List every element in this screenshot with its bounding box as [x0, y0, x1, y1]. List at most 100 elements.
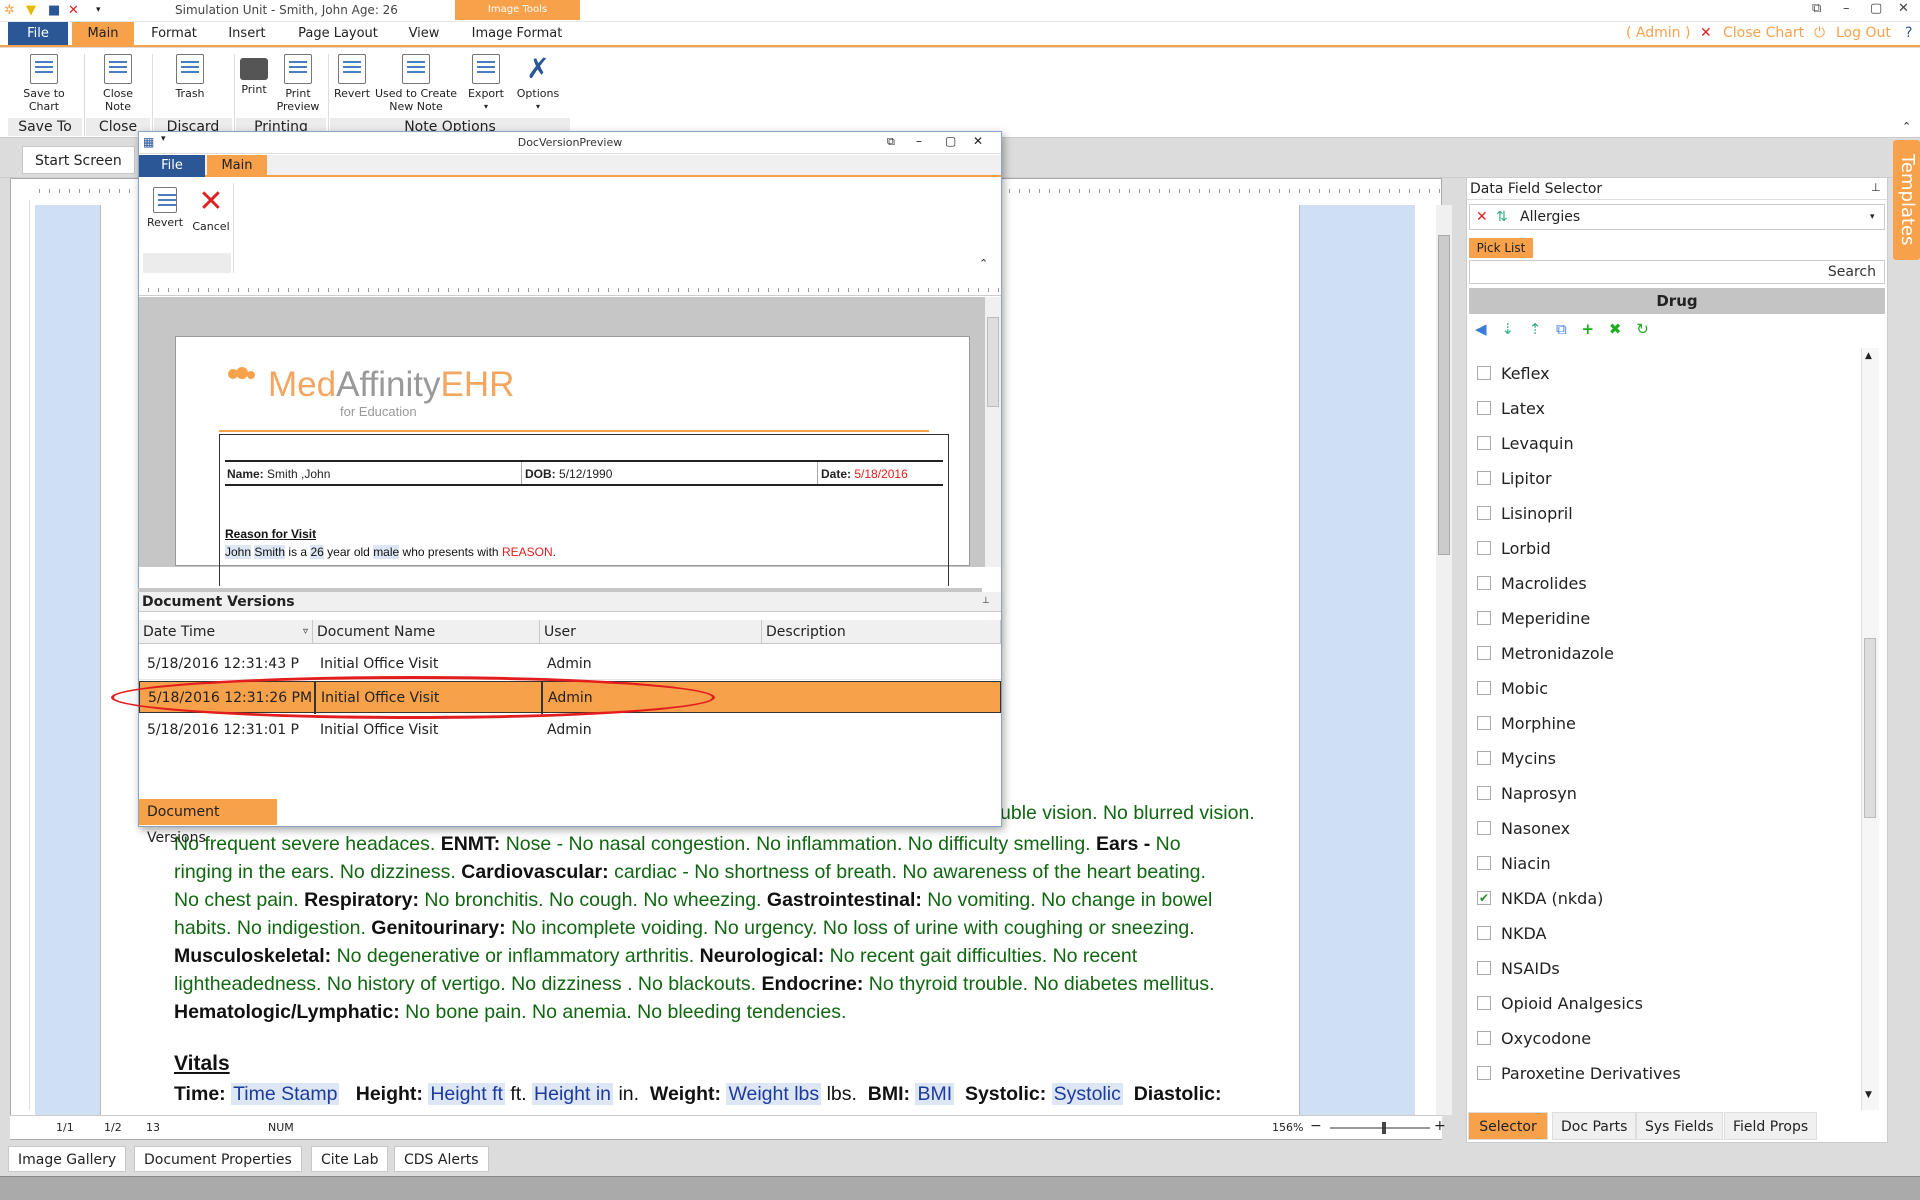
tab-selector[interactable]: Selector	[1468, 1112, 1548, 1140]
search-input[interactable]: Search	[1469, 260, 1885, 284]
drug-list-item[interactable]: Metronidazole	[1477, 636, 1614, 671]
sort-down-icon[interactable]: ⇣	[1501, 320, 1514, 338]
tab-document-versions[interactable]: Document Versions	[139, 799, 277, 846]
tab-image-gallery[interactable]: Image Gallery	[8, 1146, 127, 1172]
quick-access-dropdown-icon[interactable]: ▾	[96, 5, 101, 15]
export-button[interactable]: Export ▾	[458, 50, 514, 113]
save-icon[interactable]: ■	[48, 3, 60, 18]
maximize-icon[interactable]: ▢	[1870, 1, 1882, 16]
templates-side-tab[interactable]: Templates	[1893, 140, 1920, 260]
logout-icon[interactable]: ⏻	[1814, 25, 1825, 41]
close-chart-icon[interactable]: ✕	[1700, 25, 1712, 41]
insert-field-icon[interactable]: ⧉	[1556, 320, 1567, 338]
checkbox-icon[interactable]	[1477, 1065, 1491, 1080]
dialog-close-icon[interactable]: ✕	[973, 134, 983, 148]
menu-insert[interactable]: Insert	[214, 22, 280, 45]
collapse-ribbon-icon[interactable]: ⌃	[1902, 120, 1911, 133]
tab-sys-fields[interactable]: Sys Fields	[1636, 1112, 1723, 1140]
height-in-field[interactable]: Height in	[532, 1083, 614, 1105]
checkbox-icon[interactable]	[1477, 470, 1491, 485]
tab-field-props[interactable]: Field Props	[1724, 1112, 1818, 1140]
checkbox-icon[interactable]	[1477, 1030, 1491, 1045]
checkbox-icon[interactable]	[1477, 750, 1491, 765]
close-chart-button[interactable]: Close Chart	[1723, 25, 1804, 41]
checkbox-checked-icon[interactable]: ✔	[1477, 890, 1491, 905]
checkbox-icon[interactable]	[1477, 820, 1491, 835]
checkbox-icon[interactable]	[1477, 575, 1491, 590]
dialog-quick-access-icon[interactable]: ▾	[161, 134, 166, 144]
restore-icon[interactable]: ⧉	[1812, 1, 1821, 16]
checkbox-icon[interactable]	[1477, 785, 1491, 800]
minimize-icon[interactable]: –	[1843, 1, 1850, 16]
drug-list-item[interactable]: Niacin	[1477, 846, 1551, 881]
checkbox-icon[interactable]	[1477, 505, 1491, 520]
refresh-icon[interactable]: ↻	[1636, 320, 1649, 338]
drug-list-item[interactable]: Mobic	[1477, 671, 1548, 706]
drug-list-item[interactable]: Opioid Analgesics	[1477, 986, 1643, 1021]
drug-list-scroll-thumb[interactable]	[1864, 638, 1876, 818]
checkbox-icon[interactable]	[1477, 680, 1491, 695]
tab-start-screen[interactable]: Start Screen	[22, 146, 135, 174]
menu-view[interactable]: View	[398, 22, 450, 45]
drug-list-item[interactable]: Lorbid	[1477, 531, 1551, 566]
dialog-revert-button[interactable]: Revert	[143, 183, 187, 229]
close-window-icon[interactable]: ✕	[1898, 1, 1909, 16]
col-description[interactable]: Description	[762, 620, 1001, 644]
dialog-minimize-icon[interactable]: –	[916, 134, 922, 148]
checkbox-icon[interactable]	[1477, 995, 1491, 1010]
sort-up-icon[interactable]: ⇡	[1529, 320, 1542, 338]
tab-doc-parts[interactable]: Doc Parts	[1552, 1112, 1637, 1140]
options-button[interactable]: ✗ Options ▾	[510, 50, 566, 113]
menu-main[interactable]: Main	[72, 22, 134, 45]
checkbox-icon[interactable]	[1477, 400, 1491, 415]
back-arrow-icon[interactable]: ◀	[1475, 320, 1487, 338]
trash-button[interactable]: Trash	[162, 50, 218, 100]
menu-format[interactable]: Format	[142, 22, 206, 45]
menu-page-layout[interactable]: Page Layout	[290, 22, 386, 45]
checkbox-icon[interactable]	[1477, 855, 1491, 870]
checkbox-icon[interactable]	[1477, 540, 1491, 555]
dialog-collapse-ribbon-icon[interactable]: ⌃	[979, 257, 988, 270]
drug-list-item[interactable]: Oxycodone	[1477, 1021, 1591, 1056]
drug-list-item[interactable]: Levaquin	[1477, 426, 1574, 461]
zoom-out-icon[interactable]: −	[1310, 1118, 1322, 1134]
zoom-in-icon[interactable]: +	[1434, 1118, 1446, 1134]
drug-list-item[interactable]: Nasonex	[1477, 811, 1570, 846]
close-note-button[interactable]: Close Note	[90, 50, 146, 113]
tab-cite-lab[interactable]: Cite Lab	[311, 1146, 389, 1172]
print-preview-button[interactable]: Print Preview	[270, 50, 326, 113]
menu-file[interactable]: File	[8, 22, 68, 45]
tab-document-properties[interactable]: Document Properties	[134, 1146, 302, 1172]
drug-list-item[interactable]: ✔ NKDA (nkda)	[1477, 881, 1603, 916]
drug-list-item[interactable]: Latex	[1477, 391, 1545, 426]
col-user[interactable]: User	[540, 620, 762, 644]
filter-icon[interactable]: ▼	[26, 3, 36, 18]
version-row[interactable]: 5/18/2016 12:31:43 P Initial Office Visit…	[139, 648, 1001, 680]
clear-x-icon[interactable]: ✕	[1476, 205, 1488, 229]
help-icon[interactable]: ?	[1905, 25, 1912, 41]
category-combo[interactable]: ✕ ⇅ Allergies ▾	[1469, 204, 1885, 230]
col-date-time[interactable]: Date Time ▿	[139, 620, 313, 644]
bmi-field[interactable]: BMI	[915, 1083, 955, 1105]
dialog-menu-file[interactable]: File	[139, 155, 205, 177]
drug-list-item[interactable]: Mycins	[1477, 741, 1556, 776]
chevron-down-icon[interactable]: ▾	[1870, 205, 1875, 229]
drug-list-item[interactable]: NKDA	[1477, 916, 1546, 951]
drug-list-item[interactable]: NSAIDs	[1477, 951, 1560, 986]
drug-list-item[interactable]: Lipitor	[1477, 461, 1552, 496]
drug-list-item[interactable]: Meperidine	[1477, 601, 1590, 636]
checkbox-icon[interactable]	[1477, 645, 1491, 660]
checkbox-icon[interactable]	[1477, 960, 1491, 975]
sort-icon[interactable]: ⇅	[1496, 205, 1508, 229]
preview-scrollbar[interactable]	[985, 297, 1001, 567]
drug-list-item[interactable]: Macrolides	[1477, 566, 1587, 601]
checkbox-icon[interactable]	[1477, 610, 1491, 625]
checkbox-icon[interactable]	[1477, 365, 1491, 380]
create-new-note-button[interactable]: Used to Create New Note	[372, 50, 460, 113]
dialog-menu-main[interactable]: Main	[207, 155, 267, 177]
drug-list-item[interactable]: Naprosyn	[1477, 776, 1577, 811]
drug-list-item[interactable]: Paroxetine Derivatives	[1477, 1056, 1681, 1091]
tab-cds-alerts[interactable]: CDS Alerts	[394, 1146, 489, 1172]
versions-pin-icon[interactable]: ⊥	[982, 596, 990, 606]
checkbox-icon[interactable]	[1477, 435, 1491, 450]
